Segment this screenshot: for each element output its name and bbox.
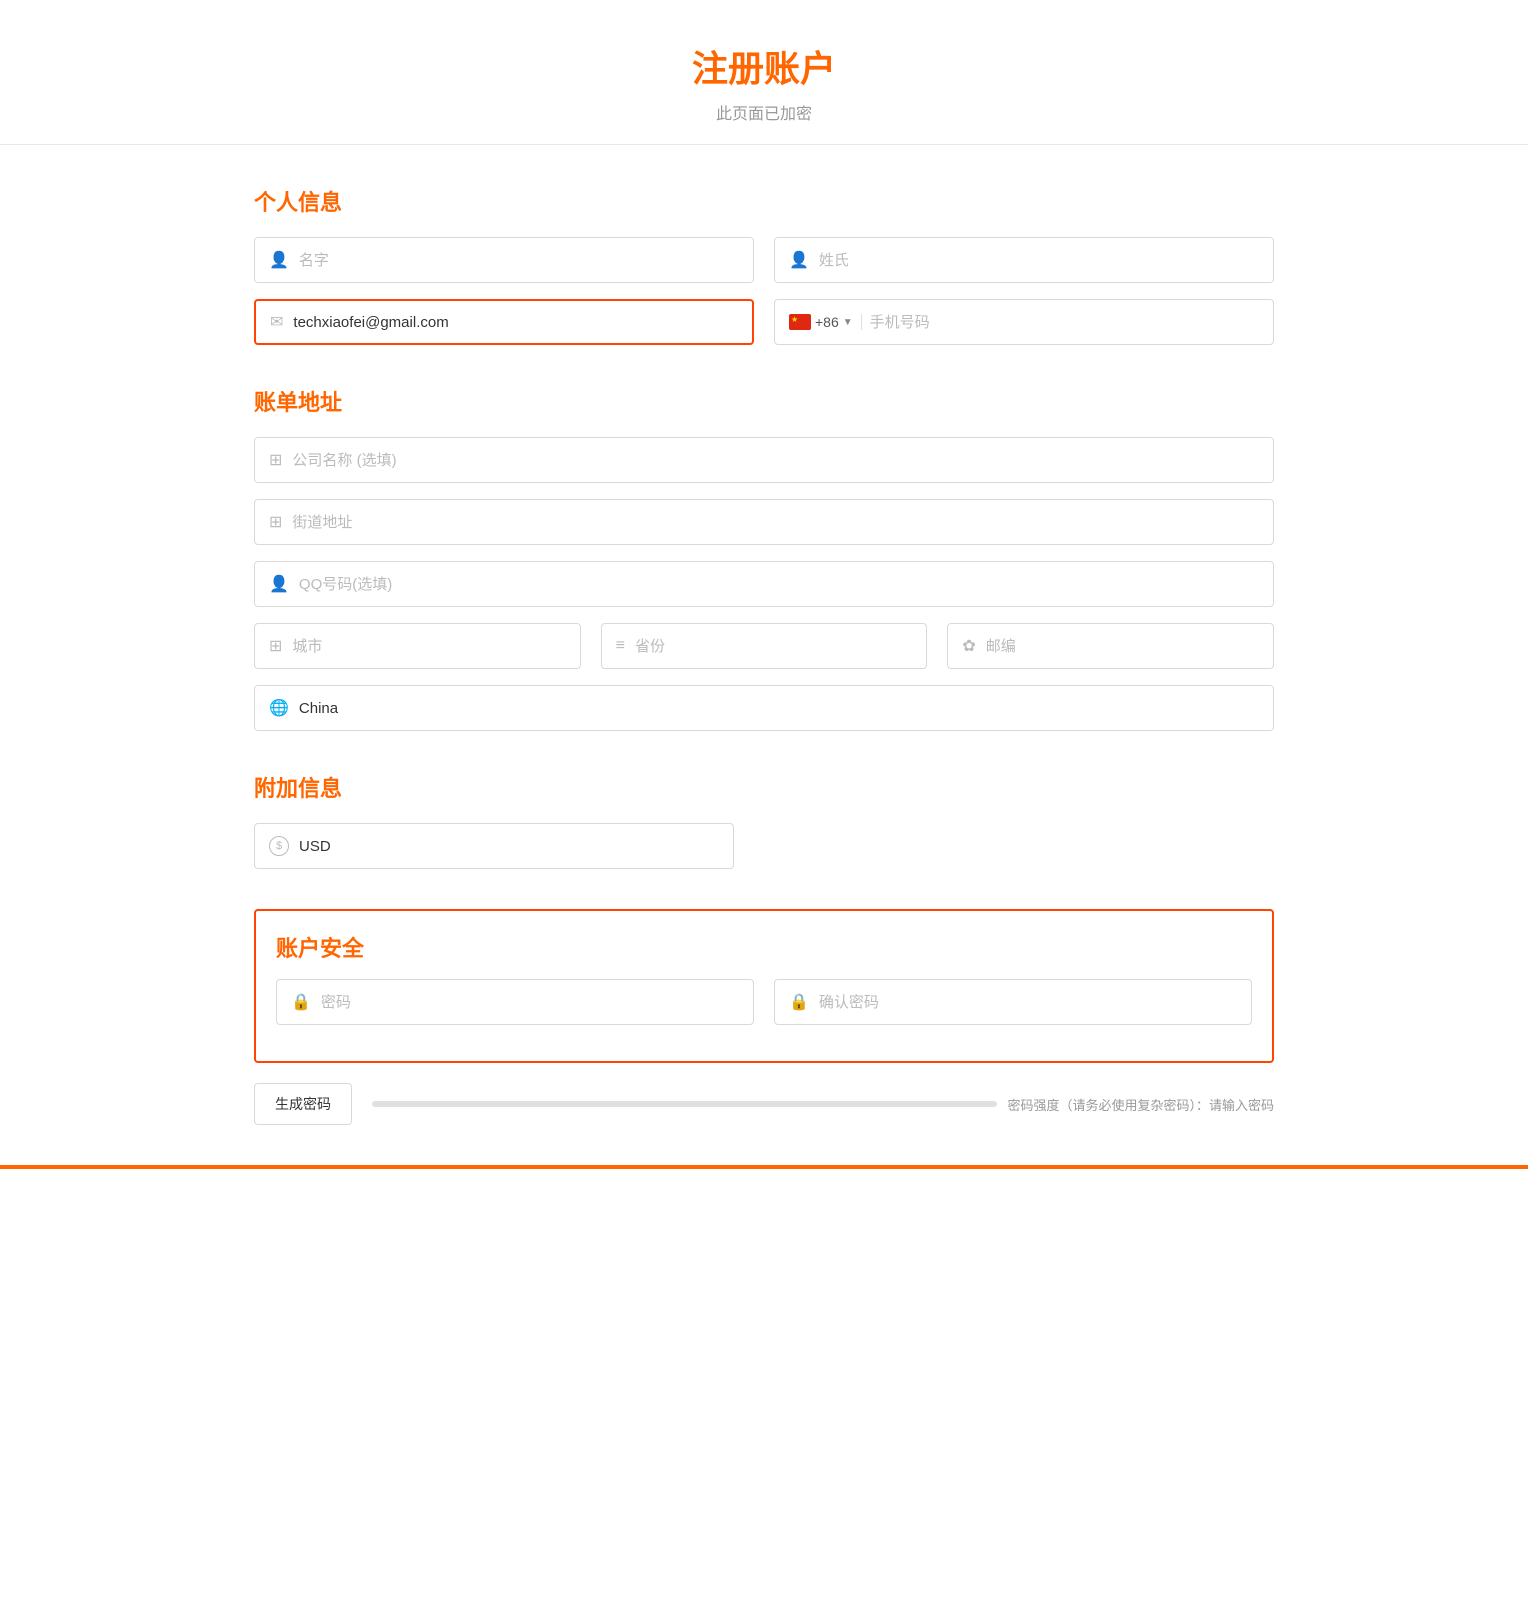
first-name-input[interactable] xyxy=(299,252,739,269)
last-name-input[interactable] xyxy=(819,252,1259,269)
currency-icon: $ xyxy=(269,836,289,856)
strength-label: 密码强度（请务必使用复杂密码）：请输入密码 xyxy=(1007,1095,1274,1114)
account-security-title: 账户安全 xyxy=(276,931,1252,963)
first-name-field: 👤 xyxy=(254,237,754,283)
email-wrapper: ✉ xyxy=(254,299,754,345)
billing-address-section: 账单地址 ⊞ ⊞ 👤 xyxy=(254,385,1274,731)
street-input[interactable] xyxy=(292,514,1259,531)
billing-address-title: 账单地址 xyxy=(254,385,1274,417)
email-input[interactable] xyxy=(293,314,738,331)
company-row: ⊞ xyxy=(254,437,1274,483)
company-input[interactable] xyxy=(292,452,1259,469)
strength-bar xyxy=(372,1101,997,1107)
email-field: ✉ xyxy=(254,299,754,345)
first-name-wrapper: 👤 xyxy=(254,237,754,283)
currency-wrapper: $ xyxy=(254,823,734,869)
street-field: ⊞ xyxy=(254,499,1274,545)
qq-wrapper: 👤 xyxy=(254,561,1274,607)
chevron-down-icon: ▼ xyxy=(843,317,853,328)
additional-info-section: 附加信息 $ xyxy=(254,771,1274,869)
last-name-wrapper: 👤 xyxy=(774,237,1274,283)
qq-field: 👤 xyxy=(254,561,1274,607)
password-field: 🔒 xyxy=(276,979,754,1025)
page-footer xyxy=(0,1165,1528,1169)
phone-wrapper: +86 ▼ xyxy=(774,299,1274,345)
phone-code: +86 xyxy=(815,314,839,330)
country-input[interactable] xyxy=(299,700,1259,717)
name-row: 👤 👤 xyxy=(254,237,1274,283)
province-icon: ≡ xyxy=(616,637,625,655)
person-icon-2: 👤 xyxy=(789,250,809,270)
page-content: 个人信息 👤 👤 ✉ xyxy=(214,145,1314,1165)
page-subtitle: 此页面已加密 xyxy=(0,100,1528,124)
postal-field: ✿ xyxy=(947,623,1274,669)
personal-info-title: 个人信息 xyxy=(254,185,1274,217)
globe-icon: 🌐 xyxy=(269,698,289,718)
province-wrapper: ≡ xyxy=(601,623,928,669)
strength-container: 密码强度（请务必使用复杂密码）：请输入密码 xyxy=(372,1095,1274,1114)
company-field: ⊞ xyxy=(254,437,1274,483)
postal-icon: ✿ xyxy=(962,636,975,656)
postal-input[interactable] xyxy=(986,638,1259,655)
country-field: 🌐 xyxy=(254,685,1274,731)
password-wrapper: 🔒 xyxy=(276,979,754,1025)
confirm-password-field: 🔒 xyxy=(774,979,1252,1025)
building-icon: ⊞ xyxy=(269,450,282,470)
currency-field: $ xyxy=(254,823,734,869)
country-wrapper: 🌐 xyxy=(254,685,1274,731)
china-flag-icon xyxy=(789,314,811,330)
phone-field: +86 ▼ xyxy=(774,299,1274,345)
address-icon: ⊞ xyxy=(269,512,282,532)
currency-input[interactable] xyxy=(299,838,719,855)
qq-input[interactable] xyxy=(299,576,1259,593)
password-row: 🔒 🔒 xyxy=(276,979,1252,1025)
personal-info-section: 个人信息 👤 👤 ✉ xyxy=(254,185,1274,345)
qq-row: 👤 xyxy=(254,561,1274,607)
account-security-section: 账户安全 🔒 🔒 xyxy=(254,909,1274,1063)
currency-row: $ xyxy=(254,823,1274,869)
city-wrapper: ⊞ xyxy=(254,623,581,669)
province-input[interactable] xyxy=(635,638,912,655)
generate-password-button[interactable]: 生成密码 xyxy=(254,1083,352,1125)
qq-icon: 👤 xyxy=(269,574,289,594)
street-row: ⊞ xyxy=(254,499,1274,545)
password-input[interactable] xyxy=(321,994,739,1011)
city-field: ⊞ xyxy=(254,623,581,669)
city-province-row: ⊞ ≡ ✿ xyxy=(254,623,1274,669)
page-header: 注册账户 此页面已加密 xyxy=(0,0,1528,145)
street-wrapper: ⊞ xyxy=(254,499,1274,545)
phone-prefix[interactable]: +86 ▼ xyxy=(789,314,862,330)
contact-row: ✉ +86 ▼ xyxy=(254,299,1274,345)
country-row: 🌐 xyxy=(254,685,1274,731)
postal-wrapper: ✿ xyxy=(947,623,1274,669)
phone-input[interactable] xyxy=(870,314,1259,331)
page-title: 注册账户 xyxy=(0,40,1528,92)
city-icon: ⊞ xyxy=(269,636,282,656)
last-name-field: 👤 xyxy=(774,237,1274,283)
confirm-password-input[interactable] xyxy=(819,994,1237,1011)
person-icon: 👤 xyxy=(269,250,289,270)
mail-icon: ✉ xyxy=(270,312,283,332)
additional-info-title: 附加信息 xyxy=(254,771,1274,803)
city-input[interactable] xyxy=(292,638,565,655)
lock-icon: 🔒 xyxy=(291,992,311,1012)
province-field: ≡ xyxy=(601,623,928,669)
bottom-row: 生成密码 密码强度（请务必使用复杂密码）：请输入密码 xyxy=(254,1083,1274,1125)
confirm-password-wrapper: 🔒 xyxy=(774,979,1252,1025)
company-wrapper: ⊞ xyxy=(254,437,1274,483)
confirm-lock-icon: 🔒 xyxy=(789,992,809,1012)
